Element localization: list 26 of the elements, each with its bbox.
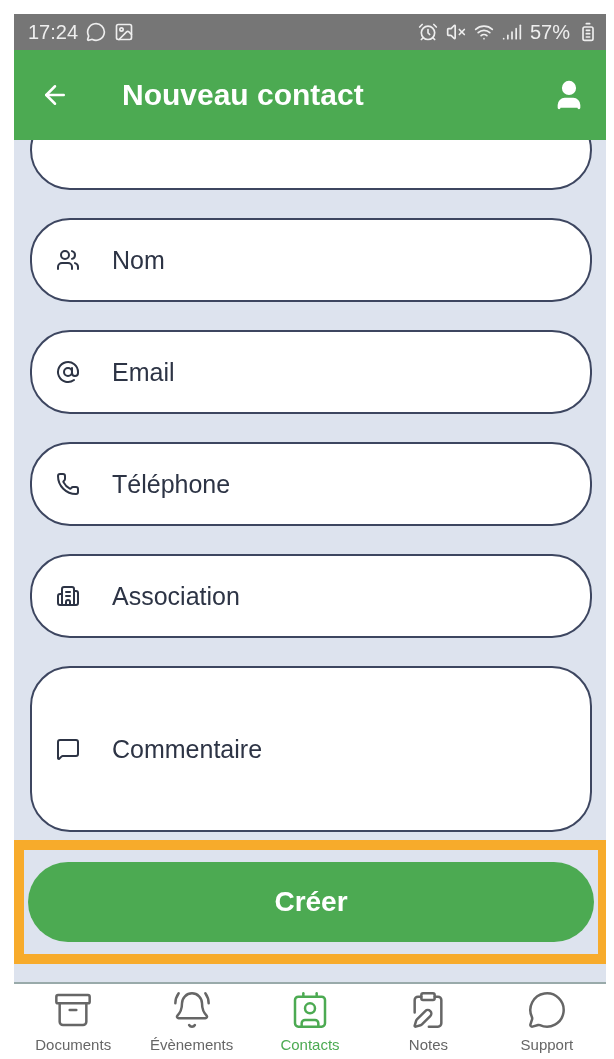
phone-icon	[56, 472, 80, 496]
input-field[interactable]: Téléphone	[30, 442, 592, 526]
signal-icon	[501, 22, 522, 42]
nav-tab[interactable]: Contacts	[250, 984, 370, 1059]
mute-icon	[445, 22, 466, 42]
nav-tab[interactable]: Documents	[14, 984, 133, 1059]
alarm-icon	[417, 22, 438, 42]
messenger-icon	[86, 22, 107, 42]
nav-tab[interactable]: Support	[487, 984, 606, 1059]
battery-percent: 57%	[529, 20, 570, 44]
speech-bubble-icon	[56, 737, 80, 761]
input-field[interactable]: Nom	[30, 218, 592, 302]
speech-bubble-icon	[526, 990, 567, 1030]
nav-tab[interactable]: Évènements	[132, 984, 251, 1059]
input-field[interactable]: Association	[30, 554, 592, 638]
building-icon	[56, 584, 80, 608]
input-field[interactable]: Email	[30, 330, 592, 414]
status-time: 17:24	[28, 20, 79, 44]
wifi-icon	[473, 22, 494, 42]
at-sign-icon	[56, 360, 80, 384]
image-icon	[114, 22, 135, 42]
people-icon	[56, 248, 80, 272]
nav-tab[interactable]: Notes	[369, 984, 488, 1059]
input-field[interactable]: Commentaire	[30, 666, 592, 832]
bell-icon	[171, 990, 212, 1030]
screen-title: Nouveau contact	[122, 78, 365, 112]
